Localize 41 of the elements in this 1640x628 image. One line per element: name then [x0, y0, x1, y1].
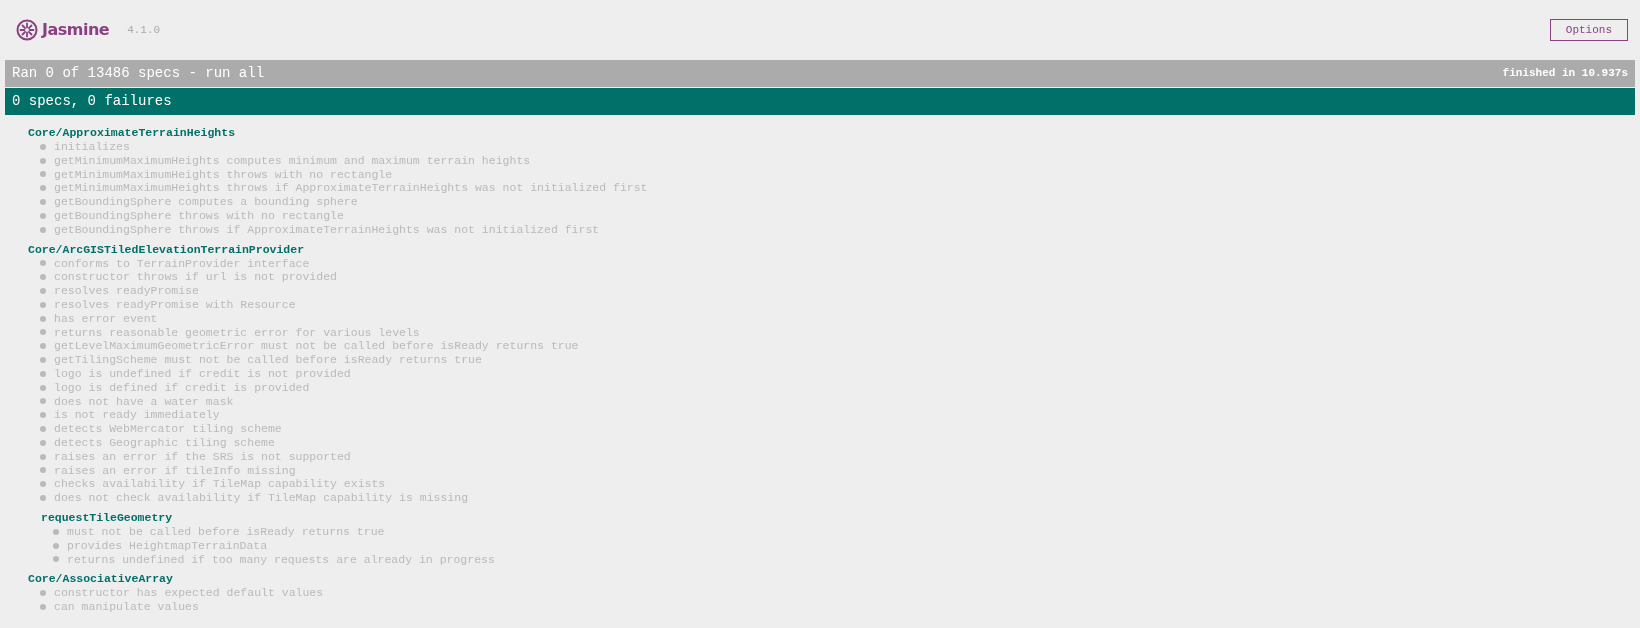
bullet-icon — [40, 143, 46, 150]
bullet-icon — [53, 528, 59, 535]
bullet-icon — [40, 453, 46, 460]
bullet-icon — [40, 343, 46, 350]
suite-title[interactable]: Core/AssociativeArray — [28, 572, 1640, 587]
run-all-link[interactable]: Ran 0 of 13486 specs - run all — [12, 60, 265, 87]
duration-text: finished in 10.937s — [1502, 66, 1628, 81]
bullet-icon — [40, 412, 46, 419]
bullet-icon — [40, 226, 46, 233]
bullet-icon — [40, 384, 46, 391]
bullet-icon — [40, 199, 46, 206]
bullet-icon — [40, 590, 46, 597]
suite-title[interactable]: requestTileGeometry — [41, 510, 1640, 525]
bullet-icon — [40, 467, 46, 474]
bullet-icon — [40, 185, 46, 192]
bullet-icon — [40, 604, 46, 610]
logo-icon — [16, 19, 38, 41]
options-button[interactable]: Options — [1549, 18, 1628, 42]
bullet-icon — [40, 357, 46, 364]
bullet-icon — [40, 426, 46, 433]
bullet-icon — [40, 398, 46, 405]
bullet-icon — [40, 288, 46, 295]
version-label: 4.1.0 — [127, 22, 161, 38]
bullet-icon — [40, 212, 46, 219]
bullet-icon — [40, 329, 46, 336]
bullet-icon — [40, 315, 46, 322]
bullet-icon — [40, 495, 46, 501]
summary-text: 0 specs, 0 failures — [12, 93, 172, 109]
logo-text: Jasmine — [42, 19, 110, 41]
suite-title[interactable]: Core/ArcGISTiledElevationTerrainProvider — [28, 242, 1640, 257]
bullet-icon — [40, 171, 46, 178]
bullet-icon — [53, 556, 59, 563]
suite-title[interactable]: Core/ApproximateTerrainHeights — [28, 126, 1640, 140]
bullet-icon — [40, 301, 46, 308]
bullet-icon — [53, 542, 59, 549]
bullet-icon — [40, 370, 46, 377]
bullet-icon — [40, 439, 46, 446]
bullet-icon — [40, 260, 46, 267]
bullet-icon — [40, 157, 46, 164]
bullet-icon — [40, 274, 46, 281]
bullet-icon — [40, 481, 46, 488]
